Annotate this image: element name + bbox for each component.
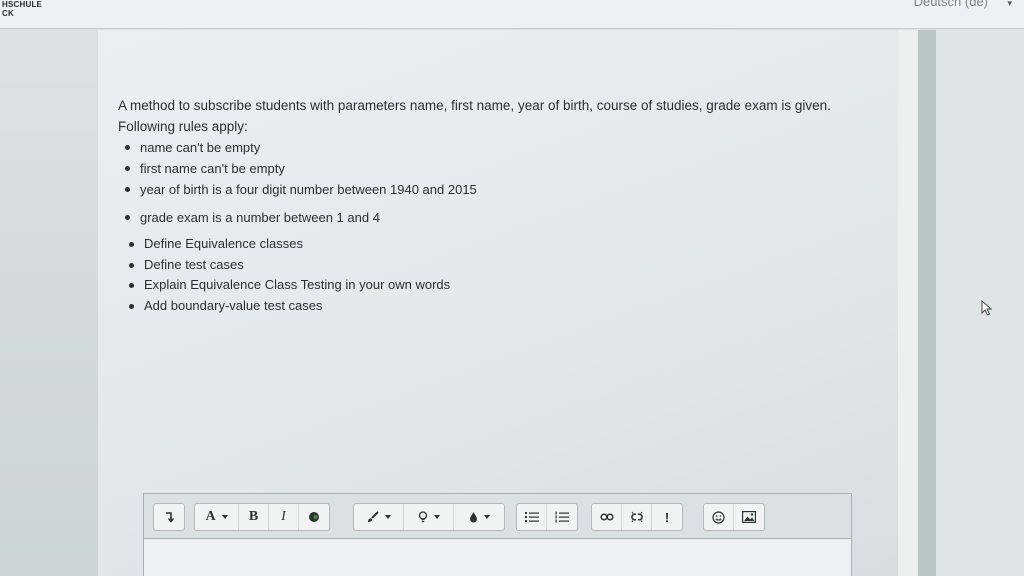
answer-text-area[interactable] [144,539,851,576]
editor-toolbar: A B I ! [144,494,851,539]
list-item: Define Equivalence classes [122,234,878,255]
paint-brush-icon [367,511,379,522]
logo-line-1: HSCHULE [2,0,43,9]
font-style-label: A [205,509,216,524]
question-text: A method to subscribe students with para… [118,95,878,316]
bold-button[interactable]: B [239,504,269,530]
show-more-buttons-button[interactable] [154,504,184,530]
insert-link-button[interactable] [592,504,622,530]
toolbar-group-format: A B I [194,503,330,531]
highlight-button[interactable] [404,504,454,530]
side-divider [918,30,936,576]
tasks-list: Define Equivalence classes Define test c… [122,234,878,316]
numbered-list-icon [555,511,569,523]
important-button[interactable]: ! [652,504,682,530]
ordered-list-button[interactable] [547,504,577,530]
bold-label: B [248,509,259,524]
chevron-down-icon [483,515,490,519]
drop-icon [469,512,477,523]
question-intro: A method to subscribe students with para… [118,98,831,113]
list-item: year of birth is a four digit number bet… [118,179,878,200]
list-item: name can't be empty [118,137,878,158]
list-item: grade exam is a number between 1 and 4 [118,207,878,228]
insert-emoticon-button[interactable] [704,504,734,530]
font-style-button[interactable]: A [195,504,239,530]
italic-button[interactable]: I [269,504,299,530]
expand-toolbar-icon [166,512,174,523]
answer-editor: A B I ! [143,493,852,576]
unordered-list-button[interactable] [517,504,547,530]
toolbar-group-links: ! [591,503,683,531]
bullet-list-icon [524,512,539,522]
background-color-button[interactable] [454,504,504,530]
site-logo[interactable]: HSCHULE CK [2,0,42,18]
logo-line-2: CK [2,9,14,18]
lightbulb-icon [418,510,427,522]
rules-list: name can't be empty first name can't be … [118,137,878,228]
link-icon [599,513,614,521]
chevron-down-icon [384,515,391,519]
list-item: Explain Equivalence Class Testing in you… [122,275,878,296]
chevron-down-icon [433,515,440,519]
top-bar: HSCHULE CK Deutsch (de) ▾ [0,0,1024,29]
toolbar-group-toggle [153,503,185,531]
color-circle-icon [309,512,319,522]
smiley-icon [712,510,725,524]
text-color-button[interactable] [299,504,329,530]
mouse-cursor-icon [981,300,993,316]
rules-heading: Following rules apply: [118,119,248,134]
paint-brush-button[interactable] [354,504,404,530]
right-block-region [936,30,1024,576]
unlink-button[interactable] [622,504,652,530]
image-icon [742,511,756,523]
chevron-down-icon[interactable]: ▾ [1007,0,1012,9]
toolbar-group-media [703,503,765,531]
italic-label: I [281,509,286,524]
important-label: ! [664,509,670,525]
language-selector[interactable]: Deutsch (de) [914,0,988,9]
page: HSCHULE CK Deutsch (de) ▾ A method to su… [0,0,1024,576]
list-item: Define test cases [122,255,878,276]
scrollbar-track[interactable] [898,30,918,576]
chevron-down-icon [221,515,228,519]
toolbar-group-styles [353,503,505,531]
list-item: first name can't be empty [118,158,878,179]
unlink-icon [630,511,643,523]
list-item: Add boundary-value test cases [122,296,878,317]
toolbar-group-lists [516,503,578,531]
insert-image-button[interactable] [734,504,764,530]
